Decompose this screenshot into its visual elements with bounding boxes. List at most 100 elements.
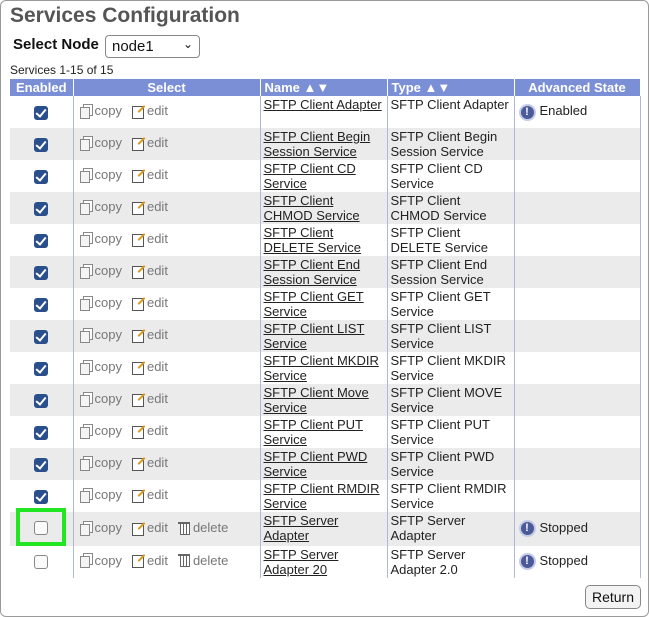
trash-icon [177,553,191,568]
name-cell: SFTP Client End Session Service [260,256,388,288]
copy-action[interactable]: copy [79,423,122,439]
enabled-checkbox[interactable] [34,169,49,184]
type-cell: SFTP Client LIST Service [387,320,515,352]
column-type-sort[interactable]: Type ▲▼ [387,79,515,96]
enabled-cell [10,352,74,384]
edit-action[interactable]: edit [131,487,168,503]
service-name-link[interactable]: SFTP Server Adapter 20 [261,546,387,577]
edit-action[interactable]: edit [131,263,168,279]
advanced-state-cell [514,352,641,384]
enabled-checkbox[interactable] [34,520,49,535]
type-cell: SFTP Client DELETE Service [387,224,515,256]
copy-action[interactable]: copy [79,231,122,247]
edit-icon [131,392,145,407]
copy-action[interactable]: copy [79,263,122,279]
edit-action[interactable]: edit [131,553,168,569]
edit-action[interactable]: edit [131,135,168,151]
node-select[interactable]: node1 ⌄ [105,35,200,58]
edit-action[interactable]: edit [131,359,168,375]
service-name-link[interactable]: SFTP Client LIST Service [261,320,387,351]
table-row: copy edit SFTP Client PUT Service SFTP Clie… [10,416,641,448]
copy-action[interactable]: copy [79,487,122,503]
service-name-link[interactable]: SFTP Client CHMOD Service [261,192,387,223]
edit-label: edit [146,231,168,247]
select-cell: copy edit delete [73,545,261,578]
return-button[interactable]: Return [585,585,641,609]
enabled-checkbox[interactable] [34,265,49,280]
enabled-checkbox[interactable] [34,361,49,376]
service-name-link[interactable]: SFTP Client GET Service [261,288,387,319]
enabled-checkbox[interactable] [34,457,49,472]
enabled-cell [10,384,74,416]
enabled-cell [10,256,74,288]
enabled-cell [10,128,74,160]
edit-label: edit [146,295,168,311]
copy-action[interactable]: copy [79,520,122,536]
delete-action[interactable]: delete [177,552,229,568]
copy-icon [79,455,93,471]
copy-action[interactable]: copy [79,103,122,119]
service-name-link[interactable]: SFTP Server Adapter [261,512,387,543]
delete-label: delete [192,552,229,568]
copy-action[interactable]: copy [79,135,122,151]
enabled-checkbox[interactable] [34,425,49,440]
edit-action[interactable]: edit [131,520,168,536]
copy-action[interactable]: copy [79,167,122,183]
service-name-link[interactable]: SFTP Client PWD Service [261,448,387,479]
service-name-link[interactable]: SFTP Client PUT Service [261,416,387,447]
copy-action[interactable]: copy [79,199,122,215]
enabled-checkbox[interactable] [34,555,49,570]
column-name-sort[interactable]: Name ▲▼ [260,79,388,96]
name-cell: SFTP Client MKDIR Service [260,352,388,384]
edit-action[interactable]: edit [131,423,168,439]
table-row: copy edit SFTP Client LIST Service SFTP Cli… [10,320,641,352]
edit-action[interactable]: edit [131,327,168,343]
advanced-state-cell [514,128,641,160]
service-name-link[interactable]: SFTP Client CD Service [261,160,387,191]
select-cell: copy edit [73,192,261,224]
enabled-checkbox[interactable] [34,393,49,408]
enabled-checkbox[interactable] [34,489,49,504]
copy-action[interactable]: copy [79,455,122,471]
copy-action[interactable]: copy [79,553,122,569]
copy-action[interactable]: copy [79,295,122,311]
edit-action[interactable]: edit [131,391,168,407]
enabled-checkbox[interactable] [34,297,49,312]
edit-action[interactable]: edit [131,295,168,311]
copy-label: copy [94,423,122,439]
enabled-checkbox[interactable] [34,137,49,152]
service-name-link[interactable]: SFTP Client RMDIR Service [261,480,387,511]
edit-action[interactable]: edit [131,231,168,247]
table-row: copy edit SFTP Client CD Service SFTP Clien… [10,160,641,192]
copy-action[interactable]: copy [79,359,122,375]
copy-action[interactable]: copy [79,327,122,343]
enabled-cell [10,416,74,448]
select-cell: copy edit [73,416,261,448]
edit-label: edit [146,167,168,183]
edit-action[interactable]: edit [131,167,168,183]
enabled-checkbox[interactable] [34,233,49,248]
copy-icon [79,103,93,119]
name-cell: SFTP Client GET Service [260,288,388,320]
table-row: copy edit delete SFTP Server Adapter 20 SFTP… [10,545,641,578]
advanced-state-cell [514,160,641,192]
advanced-state-cell: ! Stopped [514,545,641,578]
edit-action[interactable]: edit [131,199,168,215]
enabled-checkbox[interactable] [34,329,49,344]
enabled-checkbox[interactable] [34,105,49,120]
name-cell: SFTP Server Adapter 20 [260,545,388,578]
edit-action[interactable]: edit [131,455,168,471]
service-name-link[interactable]: SFTP Client Begin Session Service [261,128,387,159]
copy-action[interactable]: copy [79,391,122,407]
service-name-link[interactable]: SFTP Client MKDIR Service [261,352,387,383]
service-name-link[interactable]: SFTP Client End Session Service [261,256,387,287]
delete-action[interactable]: delete [177,520,228,535]
service-name-link[interactable]: SFTP Client DELETE Service [261,224,387,255]
select-cell: copy edit [73,384,261,416]
service-name-link[interactable]: SFTP Client Move Service [261,384,387,415]
edit-action[interactable]: edit [131,103,168,119]
enabled-checkbox[interactable] [34,201,49,216]
copy-icon [79,520,93,536]
name-cell: SFTP Client PWD Service [260,448,388,480]
service-name-link[interactable]: SFTP Client Adapter [261,96,387,112]
